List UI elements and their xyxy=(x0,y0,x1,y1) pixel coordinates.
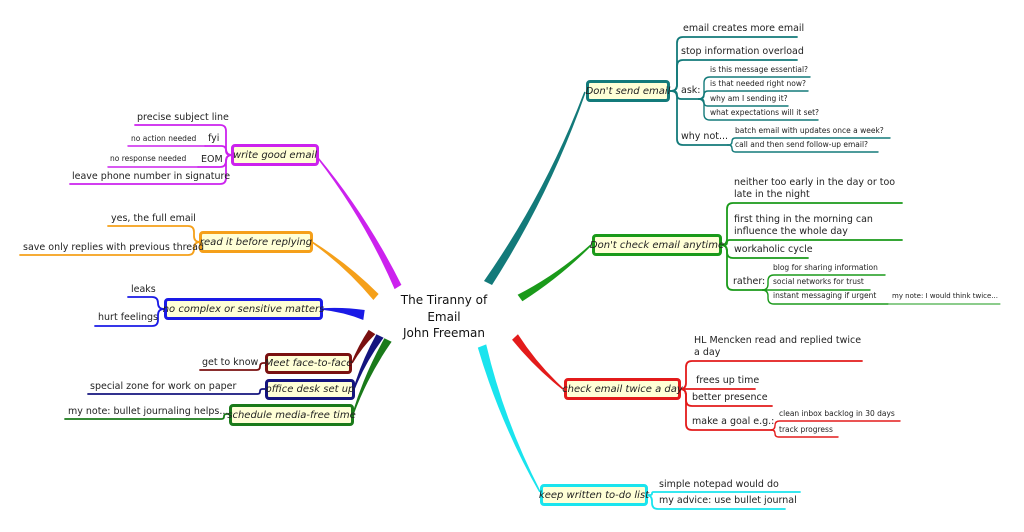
main-branch-line xyxy=(517,244,592,302)
central-topic-line: The Tiranny of xyxy=(400,293,488,307)
connector-line xyxy=(127,296,165,310)
subtopic-leaf[interactable]: instant messaging if urgent xyxy=(773,291,876,301)
topic-office-desk-set-up[interactable]: office desk set up xyxy=(265,379,355,400)
subtopic-leaf[interactable]: clean inbox backlog in 30 days xyxy=(779,409,895,419)
main-branch-line xyxy=(317,157,402,290)
subtopic-make-goal[interactable]: make a goal e.g.: xyxy=(692,416,774,428)
subtopic[interactable]: hurt feelings xyxy=(98,312,158,324)
connector-line xyxy=(107,225,201,243)
subtopic-why-not[interactable]: why not... xyxy=(681,131,728,143)
subtopic[interactable]: frees up time xyxy=(696,375,759,387)
main-branch-line xyxy=(477,344,541,493)
subtopic-leaf[interactable]: track progress xyxy=(779,425,833,435)
subtopic[interactable]: my note: bullet journaling helps... xyxy=(68,406,228,418)
subtopic[interactable]: email creates more email xyxy=(683,23,804,35)
subtopic[interactable]: leave phone number in signature xyxy=(72,171,230,183)
subtopic[interactable]: yes, the full email xyxy=(111,213,196,225)
topic-dont-send-email[interactable]: Don't send email xyxy=(586,80,670,102)
subtopic[interactable]: precise subject line xyxy=(137,112,229,124)
subtopic[interactable]: neither too early in the day or too late… xyxy=(734,177,909,201)
subtopic-fyi[interactable]: fyi xyxy=(208,133,219,145)
subtopic-leaf[interactable]: social networks for trust xyxy=(773,277,864,287)
subtopic[interactable]: simple notepad would do xyxy=(659,479,779,491)
subtopic[interactable]: get to know xyxy=(202,357,258,369)
topic-no-complex-matters[interactable]: no complex or sensitive matters xyxy=(163,298,324,320)
note[interactable]: my note: I would think twice... xyxy=(892,291,998,301)
main-branch-line xyxy=(512,334,564,390)
subtopic[interactable]: special zone for work on paper xyxy=(90,381,236,393)
main-branch-line xyxy=(483,91,586,286)
subtopic-leaf[interactable]: no response needed xyxy=(110,154,186,164)
central-topic[interactable]: The Tiranny of Email John Freeman xyxy=(392,292,496,342)
subtopic-leaf[interactable]: what expectations will it set? xyxy=(710,108,819,118)
subtopic-leaf[interactable]: is this message essential? xyxy=(710,65,808,75)
subtopic[interactable]: first thing in the morning can influence… xyxy=(734,214,909,238)
subtopic-leaf[interactable]: batch email with updates once a week? xyxy=(735,126,884,136)
subtopic[interactable]: my advice: use bullet journal xyxy=(659,495,797,507)
topic-meet-face-to-face[interactable]: Meet face-to-face xyxy=(265,353,352,374)
mind-map-canvas: The Tiranny of Email John Freeman Don't … xyxy=(0,0,1024,532)
subtopic[interactable]: stop information overload xyxy=(681,46,804,58)
subtopic-rather[interactable]: rather: xyxy=(733,276,765,288)
topic-dont-check-email-anytime[interactable]: Don't check email anytime xyxy=(590,234,724,256)
topic-read-before-replying[interactable]: read it before replying xyxy=(199,231,313,253)
subtopic-leaf[interactable]: is that needed right now? xyxy=(710,79,806,89)
subtopic[interactable]: workaholic cycle xyxy=(734,244,813,256)
subtopic-eom[interactable]: EOM xyxy=(201,154,223,166)
subtopic-leaf[interactable]: no action needed xyxy=(131,134,196,144)
subtopic-leaf[interactable]: blog for sharing information xyxy=(773,263,878,273)
main-branch-line xyxy=(321,307,365,320)
main-branch-line xyxy=(311,241,379,301)
topic-keep-written-todo-list[interactable]: keep written to-do list xyxy=(539,484,649,506)
topic-check-email-twice-a-day[interactable]: check email twice a day xyxy=(562,378,683,400)
subtopic[interactable]: HL Mencken read and replied twice a day xyxy=(694,335,869,359)
main-branch-line xyxy=(353,334,384,390)
central-topic-line: Email xyxy=(427,309,461,324)
subtopic[interactable]: save only replies with previous thread xyxy=(23,242,204,254)
subtopic-leaf[interactable]: why am I sending it? xyxy=(710,94,788,104)
subtopic-ask[interactable]: ask: xyxy=(681,85,700,97)
subtopic[interactable]: leaks xyxy=(131,284,156,296)
subtopic-leaf[interactable]: call and then send follow-up email? xyxy=(735,140,868,150)
topic-schedule-media-free-time[interactable]: schedule media-free time xyxy=(227,404,356,426)
subtopic[interactable]: better presence xyxy=(692,392,768,404)
topic-write-good-email[interactable]: write good email xyxy=(231,144,319,166)
central-topic-author: John Freeman xyxy=(402,326,486,340)
